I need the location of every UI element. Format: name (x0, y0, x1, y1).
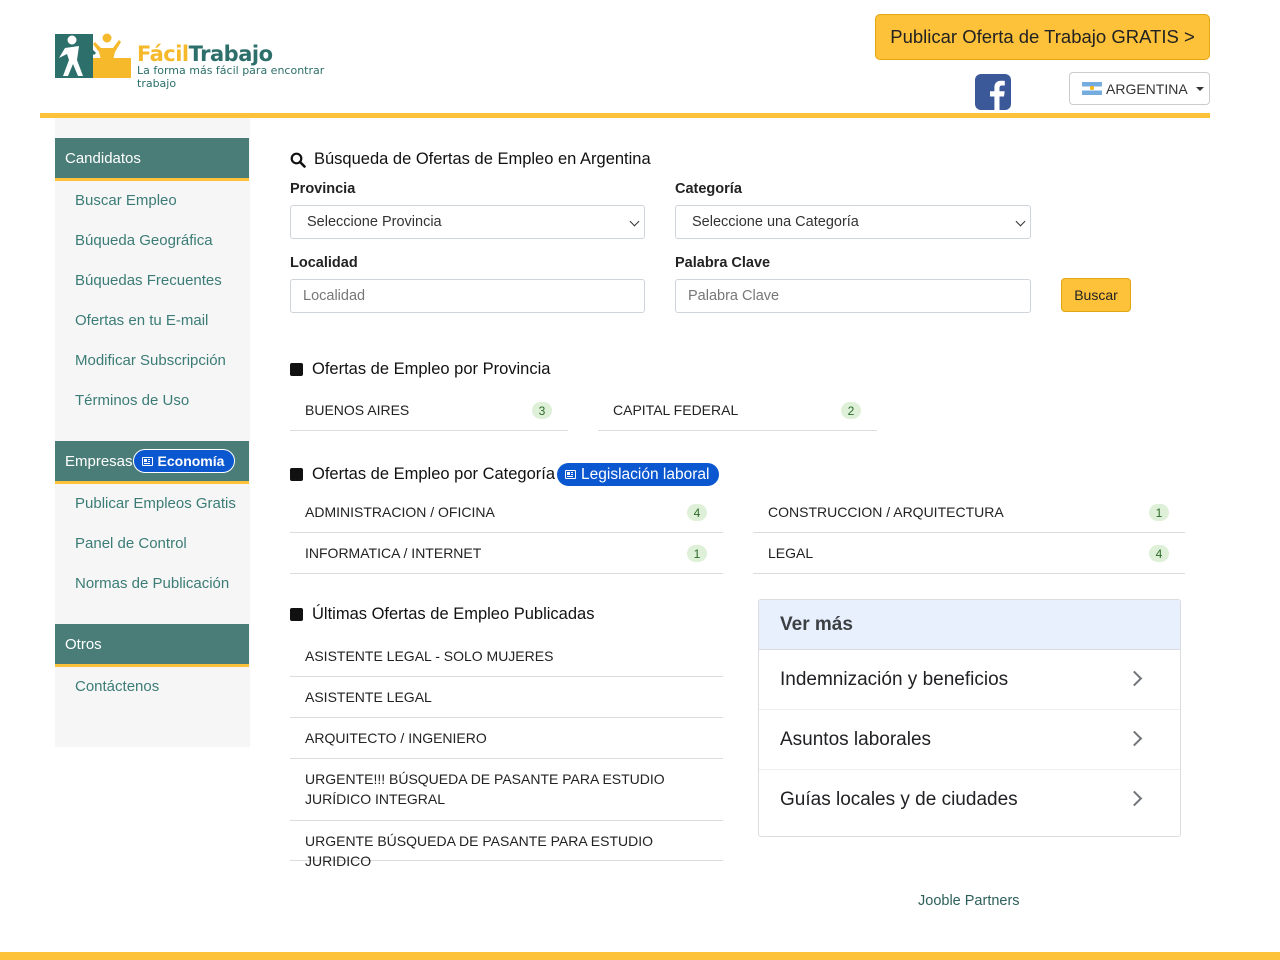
category-name: CONSTRUCCION / ARQUITECTURA (768, 504, 1004, 520)
sidebar-link-busqueda-geografica[interactable]: Búqueda Geográfica (75, 232, 213, 249)
categoria-select-value: Seleccione una Categoría (692, 214, 859, 230)
sidebar-link-publicar-empleos[interactable]: Publicar Empleos Gratis (75, 495, 236, 512)
logo-tagline: La forma más fácil para encontrar trabaj… (137, 64, 325, 90)
category-row-administracion[interactable]: ADMINISTRACION / OFICINA 4 (290, 492, 723, 533)
ver-mas-item-guias[interactable]: Guías locales y de ciudades (759, 770, 1180, 830)
category-row-informatica[interactable]: INFORMATICA / INTERNET 1 (290, 533, 723, 574)
count-badge: 1 (1149, 504, 1169, 521)
province-name: CAPITAL FEDERAL (613, 402, 739, 418)
job-item[interactable]: ASISTENTE LEGAL - SOLO MUJERES (290, 636, 723, 677)
count-badge: 2 (841, 402, 861, 419)
site-logo[interactable]: FácilTrabajo La forma más fácil para enc… (55, 30, 365, 90)
sidebar-link-modificar-subscripcion[interactable]: Modificar Subscripción (75, 352, 226, 369)
sidebar-link-ofertas-email[interactable]: Ofertas en tu E-mail (75, 312, 208, 329)
count-badge: 4 (1149, 545, 1169, 562)
palabra-clave-placeholder: Palabra Clave (688, 288, 780, 304)
ver-mas-panel: Ver más Indemnización y beneficios Asunt… (758, 599, 1181, 837)
job-item[interactable]: ARQUITECTO / INGENIERO (290, 718, 723, 759)
job-item[interactable]: URGENTE BÚSQUEDA DE PASANTE PARA ESTUDIO… (290, 821, 723, 869)
facebook-icon[interactable] (975, 74, 1011, 110)
localidad-input[interactable]: Localidad (290, 279, 645, 313)
country-dropdown[interactable]: ARGENTINA (1069, 72, 1210, 105)
category-section-title: Ofertas de Empleo por Categoría (312, 465, 556, 483)
sidebar-heading-empresas: Empresas Economía (55, 441, 249, 484)
category-row-legal[interactable]: LEGAL 4 (753, 533, 1185, 574)
sidebar-link-busquedas-frecuentes[interactable]: Búquedas Frecuentes (75, 272, 222, 289)
province-section-title: Ofertas de Empleo por Provincia (312, 360, 551, 378)
sidebar-link-contactenos[interactable]: Contáctenos (75, 678, 159, 695)
sidebar-heading-otros: Otros (55, 624, 249, 667)
chevron-right-icon (1126, 790, 1143, 807)
chevron-down-icon (1015, 216, 1026, 227)
square-bullet-icon (290, 608, 303, 621)
localidad-label: Localidad (290, 255, 358, 271)
job-item[interactable]: URGENTE!!! BÚSQUEDA DE PASANTE PARA ESTU… (290, 759, 723, 821)
news-icon (565, 470, 577, 479)
count-badge: 1 (687, 545, 707, 562)
argentina-flag-icon (1082, 82, 1102, 95)
category-name: INFORMATICA / INTERNET (305, 545, 482, 561)
province-row-capital-federal[interactable]: CAPITAL FEDERAL 2 (598, 390, 877, 431)
chevron-down-icon (629, 216, 640, 227)
localidad-placeholder: Localidad (303, 288, 366, 304)
provincia-select[interactable]: Seleccione Provincia (290, 205, 645, 239)
chevron-right-icon (1126, 670, 1143, 687)
province-section-heading: Ofertas de Empleo por Provincia (290, 360, 550, 379)
categoria-label: Categoría (675, 181, 742, 197)
economia-badge[interactable]: Economía (132, 449, 236, 473)
search-icon (290, 152, 306, 168)
categoria-select[interactable]: Seleccione una Categoría (675, 205, 1031, 239)
square-bullet-icon (290, 363, 303, 376)
sidebar-heading-candidatos: Candidatos (55, 138, 249, 181)
sidebar-link-normas-publicacion[interactable]: Normas de Publicación (75, 575, 229, 592)
ver-mas-item-label: Indemnización y beneficios (780, 668, 1009, 690)
legislacion-badge[interactable]: Legislación laboral (556, 462, 721, 487)
palabra-clave-input[interactable]: Palabra Clave (675, 279, 1031, 313)
caret-down-icon (1195, 86, 1204, 91)
logo-figures-icon (55, 33, 131, 78)
legislacion-badge-label: Legislación laboral (581, 465, 710, 483)
ver-mas-item-indemnizacion[interactable]: Indemnización y beneficios (759, 650, 1180, 710)
ver-mas-item-label: Guías locales y de ciudades (780, 789, 1018, 810)
search-title: Búsqueda de Ofertas de Empleo en Argenti… (314, 150, 651, 168)
province-name: BUENOS AIRES (305, 402, 410, 418)
provincia-select-value: Seleccione Provincia (307, 214, 442, 230)
sidebar: Candidatos Buscar Empleo Búqueda Geográf… (55, 118, 250, 747)
province-row-buenos-aires[interactable]: BUENOS AIRES 3 (290, 390, 568, 431)
sidebar-link-buscar-empleo[interactable]: Buscar Empleo (75, 192, 177, 209)
ver-mas-title: Ver más (759, 600, 1180, 650)
economia-badge-label: Economía (157, 453, 225, 469)
chevron-right-icon (1126, 730, 1143, 747)
count-badge: 3 (532, 402, 552, 419)
sidebar-heading-empresas-label: Empresas (65, 452, 133, 470)
publish-job-button[interactable]: Publicar Oferta de Trabajo GRATIS > (875, 14, 1210, 60)
square-bullet-icon (290, 468, 303, 481)
category-section-heading: Ofertas de Empleo por Categoría Legislac… (290, 462, 721, 487)
sidebar-link-terminos-uso[interactable]: Términos de Uso (75, 392, 189, 409)
latest-section-heading: Últimas Ofertas de Empleo Publicadas (290, 605, 594, 624)
category-name: LEGAL (768, 545, 814, 561)
job-item[interactable]: ASISTENTE LEGAL (290, 677, 723, 718)
logo-name: FácilTrabajo (137, 42, 273, 66)
search-heading: Búsqueda de Ofertas de Empleo en Argenti… (290, 150, 651, 169)
count-badge: 4 (687, 504, 707, 521)
sidebar-link-panel-control[interactable]: Panel de Control (75, 535, 187, 552)
ver-mas-item-label: Asuntos laborales (780, 728, 932, 750)
category-name: ADMINISTRACION / OFICINA (305, 504, 495, 520)
provincia-label: Provincia (290, 181, 356, 197)
category-row-construccion[interactable]: CONSTRUCCION / ARQUITECTURA 1 (753, 492, 1185, 533)
news-icon (141, 456, 153, 466)
latest-section-title: Últimas Ofertas de Empleo Publicadas (312, 605, 595, 623)
footer-divider (0, 952, 1280, 960)
palabra-clave-label: Palabra Clave (675, 255, 771, 271)
jooble-partners-link[interactable]: Jooble Partners (918, 893, 1020, 909)
ver-mas-item-asuntos[interactable]: Asuntos laborales (759, 710, 1180, 770)
country-label: ARGENTINA (1106, 80, 1188, 97)
buscar-button[interactable]: Buscar (1061, 278, 1131, 312)
